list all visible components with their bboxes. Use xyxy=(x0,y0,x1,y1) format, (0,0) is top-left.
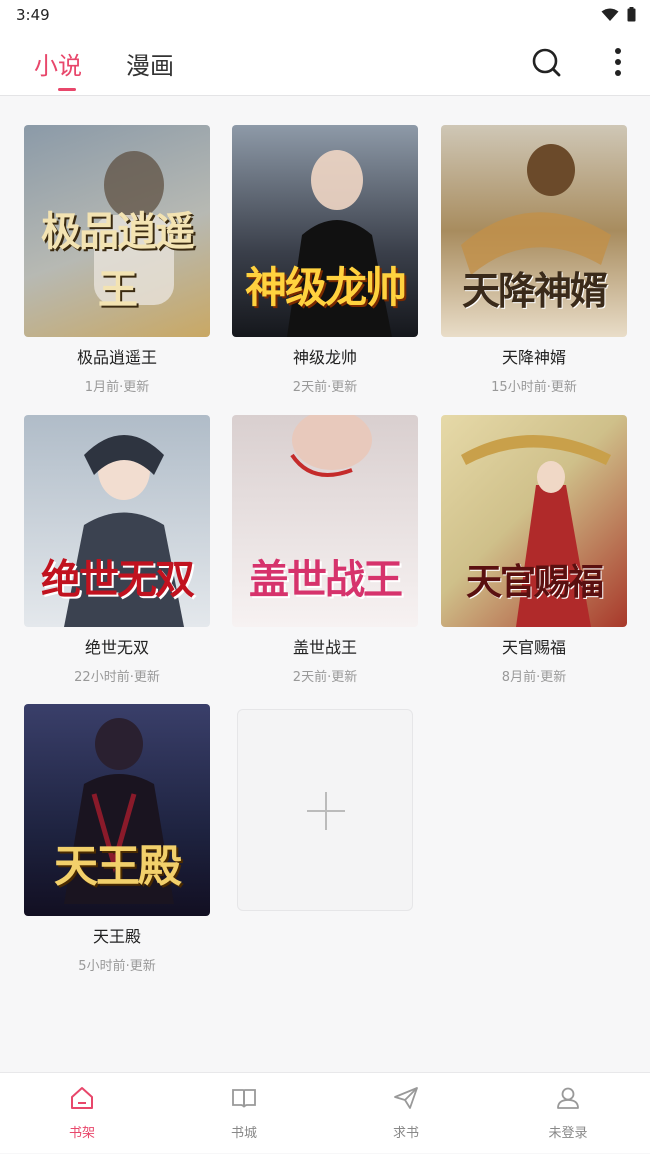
book-card[interactable]: 天官赐福 天官赐福 8月前·更新 xyxy=(441,415,627,685)
status-bar: 3:49 xyxy=(0,0,650,30)
cover-title-art: 天官赐福 xyxy=(465,561,604,603)
book-update-time: 2天前·更新 xyxy=(292,380,358,395)
book-cover[interactable]: 盖世战王 xyxy=(232,415,418,627)
top-header: 小说 漫画 xyxy=(0,30,650,96)
book-update-time: 8月前·更新 xyxy=(501,670,567,685)
cover-title-art: 天降神婿 xyxy=(461,268,608,313)
cover-title-art: 神级龙帅 xyxy=(244,263,407,312)
send-icon xyxy=(394,1087,418,1109)
nav-request-book[interactable]: 求书 xyxy=(356,1073,456,1154)
bottom-nav: 书架 书城 求书 未登录 xyxy=(0,1072,650,1153)
book-title: 极品逍遥王 xyxy=(76,348,157,367)
book-title: 绝世无双 xyxy=(84,638,149,657)
book-title: 天王殿 xyxy=(92,927,141,946)
book-card[interactable]: 天降神婿 天降神婿 15小时前·更新 xyxy=(441,125,627,395)
book-cover[interactable]: 天王殿 xyxy=(24,704,210,916)
cover-title-art: 绝世无双 xyxy=(41,556,195,603)
more-vert-icon[interactable] xyxy=(602,46,634,78)
book-update-time: 5小时前·更新 xyxy=(78,959,156,974)
nav-label: 求书 xyxy=(392,1126,419,1141)
cover-title-art: 天王殿 xyxy=(54,841,182,892)
battery-icon xyxy=(627,7,636,22)
bookshelf-grid: 极品逍遥王 极品逍遥王 1月前·更新 神级龙帅 神级龙帅 2天前·更新 天降神婿… xyxy=(0,97,650,1072)
home-icon xyxy=(71,1087,93,1109)
cover-title-art: 极品逍遥王 xyxy=(41,208,195,313)
book-cover[interactable]: 极品逍遥王 xyxy=(24,125,210,337)
book-card[interactable]: 绝世无双 绝世无双 22小时前·更新 xyxy=(24,415,210,685)
tab-novel[interactable]: 小说 xyxy=(34,46,82,81)
book-title: 神级龙帅 xyxy=(292,348,357,367)
search-icon[interactable] xyxy=(530,46,562,78)
book-cover[interactable]: 神级龙帅 xyxy=(232,125,418,337)
active-tab-indicator xyxy=(58,88,76,91)
add-book-button[interactable] xyxy=(237,709,413,911)
book-title: 盖世战王 xyxy=(292,638,357,657)
user-icon xyxy=(557,1087,579,1109)
book-cover[interactable]: 天降神婿 xyxy=(441,125,627,337)
book-card[interactable]: 神级龙帅 神级龙帅 2天前·更新 xyxy=(232,125,418,395)
book-cover[interactable]: 绝世无双 xyxy=(24,415,210,627)
book-update-time: 2天前·更新 xyxy=(292,670,358,685)
nav-bookshelf[interactable]: 书架 xyxy=(32,1073,132,1154)
book-card[interactable]: 天王殿 天王殿 5小时前·更新 xyxy=(24,704,210,974)
book-title: 天官赐福 xyxy=(501,638,566,657)
tab-comic[interactable]: 漫画 xyxy=(126,46,174,81)
book-open-icon xyxy=(232,1089,256,1108)
book-update-time: 15小时前·更新 xyxy=(491,380,577,395)
status-time: 3:49 xyxy=(16,6,50,24)
book-card[interactable]: 极品逍遥王 极品逍遥王 1月前·更新 xyxy=(24,125,210,395)
cover-title-art: 盖世战王 xyxy=(249,556,403,603)
book-cover[interactable]: 天官赐福 xyxy=(441,415,627,627)
book-update-time: 22小时前·更新 xyxy=(74,670,160,685)
nav-login[interactable]: 未登录 xyxy=(518,1073,618,1154)
nav-label: 书城 xyxy=(230,1126,257,1141)
book-update-time: 1月前·更新 xyxy=(84,380,150,395)
nav-label: 书架 xyxy=(68,1126,95,1141)
plus-icon xyxy=(307,792,345,830)
wifi-icon xyxy=(601,8,619,21)
book-title: 天降神婿 xyxy=(501,348,566,367)
nav-bookstore[interactable]: 书城 xyxy=(194,1073,294,1154)
nav-label: 未登录 xyxy=(548,1126,588,1141)
book-card[interactable]: 盖世战王 盖世战王 2天前·更新 xyxy=(232,415,418,685)
